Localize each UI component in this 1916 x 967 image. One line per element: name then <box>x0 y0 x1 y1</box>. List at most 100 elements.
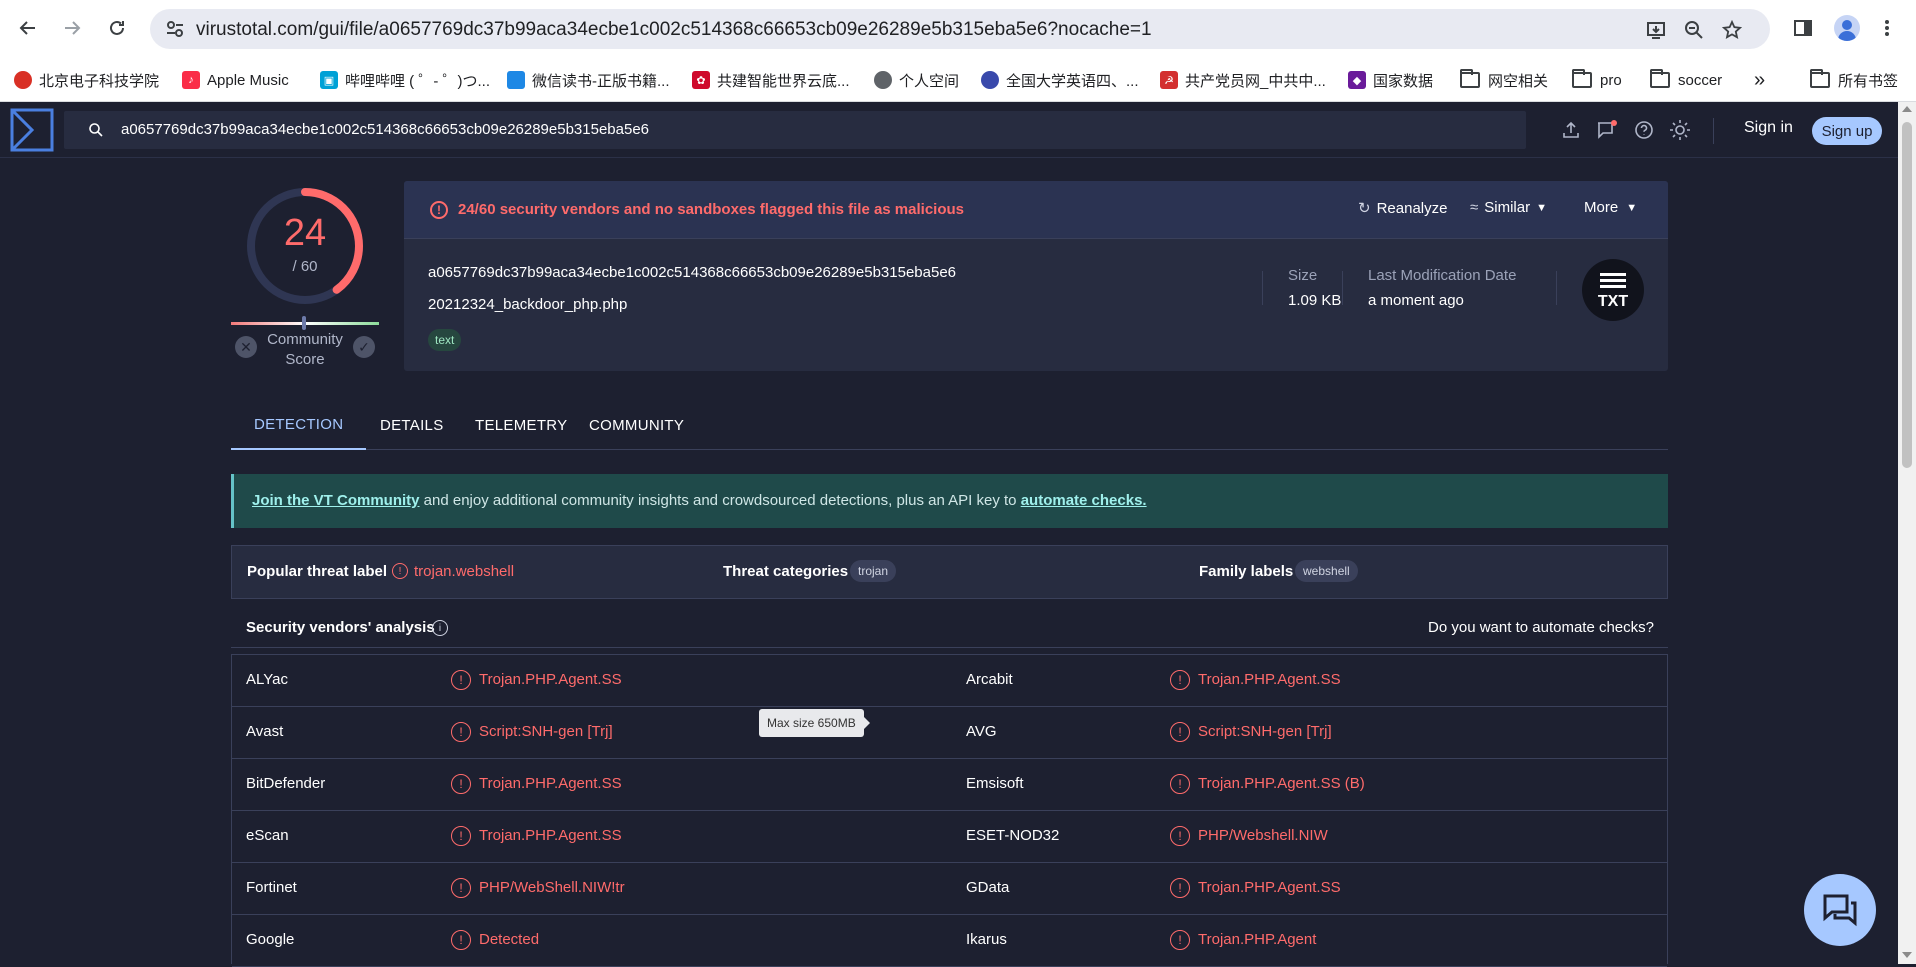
vendor-result: Script:SNH-gen [Trj] <box>479 723 613 740</box>
wechat-read-icon <box>507 71 525 89</box>
scroll-up-arrow-icon[interactable] <box>1902 106 1912 112</box>
join-community-link[interactable]: Join the VT Community <box>252 492 420 509</box>
family-chip[interactable]: webshell <box>1295 560 1358 582</box>
family-labels-label: Family labels <box>1199 563 1294 580</box>
bookmark-folder[interactable]: soccer <box>1650 65 1722 95</box>
vendor-row: ALYac! Trojan.PHP.Agent.SS Arcabit! Trojan.… <box>232 655 1667 707</box>
vendor-row: BitDefender! Trojan.PHP.Agent.SS Emsisoft!… <box>232 759 1667 811</box>
side-panel-icon[interactable] <box>1788 13 1818 43</box>
vendor-result: Trojan.PHP.Agent.SS <box>1198 671 1341 688</box>
vendor-result: Script:SNH-gen [Trj] <box>1198 723 1332 740</box>
menu-kebab-icon[interactable] <box>1872 13 1902 43</box>
bookmark-item[interactable]: 微信读书-正版书籍... <box>507 65 670 95</box>
bookmarks-bar: 北京电子科技学院 ♪ Apple Music ▣ 哔哩哔哩 ( ゜- ゜)つ... … <box>0 58 1916 102</box>
vendor-name: eScan <box>246 827 289 844</box>
profile-avatar[interactable] <box>1834 15 1860 41</box>
vote-malicious-icon[interactable]: ✕ <box>235 336 257 358</box>
similar-label: Similar <box>1484 199 1531 216</box>
music-icon: ♪ <box>182 71 200 89</box>
bookmark-item[interactable]: ◆ 国家数据 <box>1348 65 1433 95</box>
site-settings-icon[interactable] <box>164 18 186 40</box>
bookmark-label: 微信读书-正版书籍... <box>532 72 670 90</box>
category-chip[interactable]: trojan <box>850 560 897 582</box>
page-scrollbar[interactable] <box>1898 102 1916 964</box>
reload-icon <box>110 20 124 35</box>
popular-threat-value[interactable]: trojan.webshell <box>414 563 514 580</box>
folder-label: 网空相关 <box>1488 72 1549 90</box>
more-button[interactable]: More ▼ <box>1584 199 1637 216</box>
result-tabs: DETECTION DETAILS TELEMETRY COMMUNITY <box>231 400 1668 450</box>
vendor-result: Trojan.PHP.Agent <box>1198 931 1317 948</box>
bookmark-item[interactable]: 全国大学英语四、... <box>981 65 1139 95</box>
vendor-result: PHP/WebShell.NIW!tr <box>479 879 625 896</box>
sign-in-link[interactable]: Sign in <box>1744 119 1793 137</box>
file-type-txt-icon: TXT <box>1582 259 1644 321</box>
reload-button[interactable] <box>102 13 132 43</box>
score-detected: 24 <box>283 212 327 254</box>
bookmark-star-icon[interactable] <box>1720 18 1744 42</box>
threat-categories-label: Threat categories <box>723 563 849 580</box>
bookmark-item[interactable]: ♪ Apple Music <box>182 65 289 95</box>
reanalyze-button[interactable]: ↻ Reanalyze <box>1358 199 1448 218</box>
tab-detection[interactable]: DETECTION <box>231 400 367 450</box>
url-text[interactable]: virustotal.com/gui/file/a0657769dc37b99a… <box>196 19 1152 41</box>
vt-search-input[interactable]: a0657769dc37b99aca34ecbe1c002c514368c666… <box>64 111 1526 149</box>
file-tag[interactable]: text <box>428 329 462 351</box>
bookmark-item[interactable]: 北京电子科技学院 <box>14 65 159 95</box>
vendor-row: Fortinet! PHP/WebShell.NIW!tr GData! Trojan… <box>232 863 1667 915</box>
bookmark-item[interactable]: ✿ 共建智能世界云底... <box>692 65 850 95</box>
upload-icon[interactable] <box>1559 118 1583 142</box>
vendor-row: Google! Detected Ikarus! Trojan.PHP.Agent <box>232 915 1667 967</box>
detection-alert-icon: ! <box>451 670 471 690</box>
vote-harmless-icon[interactable]: ✓ <box>353 336 375 358</box>
back-arrow-icon <box>19 21 35 35</box>
search-value[interactable]: a0657769dc37b99aca34ecbe1c002c514368c666… <box>121 121 649 138</box>
header-divider <box>1713 118 1714 144</box>
address-bar[interactable]: virustotal.com/gui/file/a0657769dc37b99a… <box>150 9 1770 49</box>
notifications-icon[interactable] <box>1595 118 1619 142</box>
vendor-name: GData <box>966 879 1010 896</box>
size-value: 1.09 KB <box>1288 292 1342 309</box>
install-app-icon[interactable] <box>1644 18 1668 42</box>
back-button[interactable] <box>13 13 43 43</box>
theme-toggle-icon[interactable] <box>1668 118 1692 142</box>
max-size-tooltip: Max size 650MB <box>759 709 870 737</box>
bookmark-folder[interactable]: 网空相关 <box>1460 65 1548 95</box>
vendors-analysis-title: Security vendors' analysis <box>246 619 435 636</box>
vendor-result: Trojan.PHP.Agent.SS <box>1198 879 1341 896</box>
vendor-name: Google <box>246 931 295 948</box>
info-icon[interactable]: i <box>432 620 448 636</box>
similar-button[interactable]: ≈ Similar ▼ <box>1470 199 1547 216</box>
detection-alert-icon: ! <box>451 826 471 846</box>
forward-button[interactable] <box>57 13 87 43</box>
chevron-down-icon: ▼ <box>1536 201 1547 214</box>
party-icon: ☭ <box>1160 71 1178 89</box>
zoom-icon[interactable] <box>1682 18 1706 42</box>
bookmark-item[interactable]: ☭ 共产党员网_中共中... <box>1160 65 1326 95</box>
help-icon[interactable] <box>1632 118 1656 142</box>
score-total: / 60 <box>292 258 318 275</box>
more-bookmarks-button[interactable]: » <box>1754 65 1765 95</box>
file-name: 20212324_backdoor_php.php <box>428 296 628 313</box>
folder-icon <box>1460 69 1480 88</box>
automate-checks-link[interactable]: automate checks. <box>1021 492 1147 509</box>
virustotal-logo-icon[interactable] <box>10 108 54 152</box>
file-type-label: TXT <box>1597 293 1629 310</box>
chat-button[interactable] <box>1804 874 1876 946</box>
scroll-thumb[interactable] <box>1902 122 1912 468</box>
automate-checks-link[interactable]: Do you want to automate checks? <box>1428 619 1654 636</box>
tab-community[interactable]: COMMUNITY <box>566 400 707 450</box>
join-text: Join the VT Community and enjoy addition… <box>252 492 1147 509</box>
all-bookmarks-folder[interactable]: 所有书签 <box>1810 65 1898 95</box>
file-hash[interactable]: a0657769dc37b99aca34ecbe1c002c514368c666… <box>428 264 956 281</box>
vendor-name: Fortinet <box>246 879 297 896</box>
bookmark-folder[interactable]: pro <box>1572 65 1622 95</box>
sign-up-button[interactable]: Sign up <box>1812 117 1882 145</box>
reanalyze-label: Reanalyze <box>1376 199 1448 217</box>
bookmark-item[interactable]: ▣ 哔哩哔哩 ( ゜- ゜)つ... <box>320 65 490 95</box>
vendor-name: Emsisoft <box>966 775 1024 792</box>
detection-alert-icon: ! <box>451 878 471 898</box>
tab-details[interactable]: DETAILS <box>357 400 467 450</box>
bookmark-item[interactable]: 个人空间 <box>874 65 959 95</box>
scroll-down-arrow-icon[interactable] <box>1902 952 1912 958</box>
